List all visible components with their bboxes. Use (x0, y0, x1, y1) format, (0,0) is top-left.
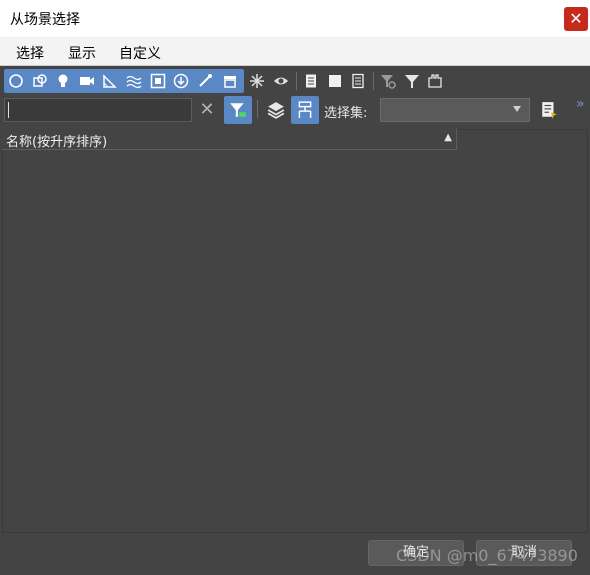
list-invert-icon[interactable] (349, 72, 367, 90)
ok-button[interactable]: 确定 (368, 540, 464, 566)
helpers-icon[interactable] (101, 72, 119, 90)
clear-search-icon[interactable]: ✕ (198, 100, 216, 120)
object-list[interactable] (2, 129, 588, 533)
search-toolbar: ✕ 选择集: » (0, 96, 590, 126)
hierarchy-button[interactable] (291, 96, 319, 124)
close-button[interactable]: ✕ (564, 7, 588, 31)
list-none-icon[interactable] (326, 72, 344, 90)
toolbar-separator (296, 72, 297, 90)
shapes-icon[interactable] (31, 72, 49, 90)
cameras-icon[interactable] (78, 72, 96, 90)
type-filter-group (4, 69, 244, 93)
filter-toolbar (0, 66, 590, 96)
cancel-button[interactable]: 取消 (476, 540, 572, 566)
toolbar-separator (257, 100, 258, 118)
name-column-header[interactable]: 名称(按升序排序) ▲ (2, 129, 457, 150)
list-all-icon[interactable] (302, 72, 320, 90)
menu-select[interactable]: 选择 (16, 43, 44, 63)
menu-display[interactable]: 显示 (68, 43, 96, 63)
menu-customize[interactable]: 自定义 (119, 43, 161, 63)
layers-button[interactable] (262, 96, 290, 124)
close-icon: ✕ (569, 9, 583, 28)
edit-selection-set-button[interactable] (535, 96, 563, 124)
expand-more-icon[interactable]: » (576, 96, 585, 112)
menu-bar: 选择 显示 自定义 (0, 37, 590, 66)
edit-selection-set-icon (542, 102, 557, 119)
spacewarps-icon[interactable] (125, 72, 143, 90)
column-header-label: 名称(按升序排序) (6, 135, 108, 150)
containers-icon[interactable] (221, 72, 239, 90)
selection-set-label: 选择集: (324, 106, 368, 121)
layers-icon (267, 102, 285, 119)
filter-highlight-icon (230, 103, 246, 117)
search-input[interactable] (4, 98, 192, 122)
selection-set-dropdown[interactable] (380, 98, 530, 122)
text-cursor (8, 102, 9, 118)
lights-icon[interactable] (54, 72, 72, 90)
bones-icon[interactable] (196, 72, 214, 90)
window-title: 从场景选择 (10, 12, 80, 28)
find-case-sensitive-button[interactable] (224, 96, 252, 124)
xrefs-icon[interactable] (172, 72, 190, 90)
groups-icon[interactable] (149, 72, 167, 90)
hidden-icon[interactable] (272, 72, 290, 90)
filter-icon[interactable] (403, 72, 421, 90)
hierarchy-icon (298, 101, 312, 118)
toolbar-separator (373, 72, 374, 90)
filter-settings-icon[interactable] (379, 72, 397, 90)
title-bar: 从场景选择 ✕ (0, 0, 590, 37)
dialog-footer: 确定 取消 (0, 534, 590, 575)
frozen-icon[interactable] (248, 72, 266, 90)
geometry-icon[interactable] (7, 72, 25, 90)
filter-combo-icon[interactable] (426, 72, 444, 90)
chevron-down-icon (513, 106, 521, 112)
sort-ascending-icon: ▲ (444, 132, 452, 143)
